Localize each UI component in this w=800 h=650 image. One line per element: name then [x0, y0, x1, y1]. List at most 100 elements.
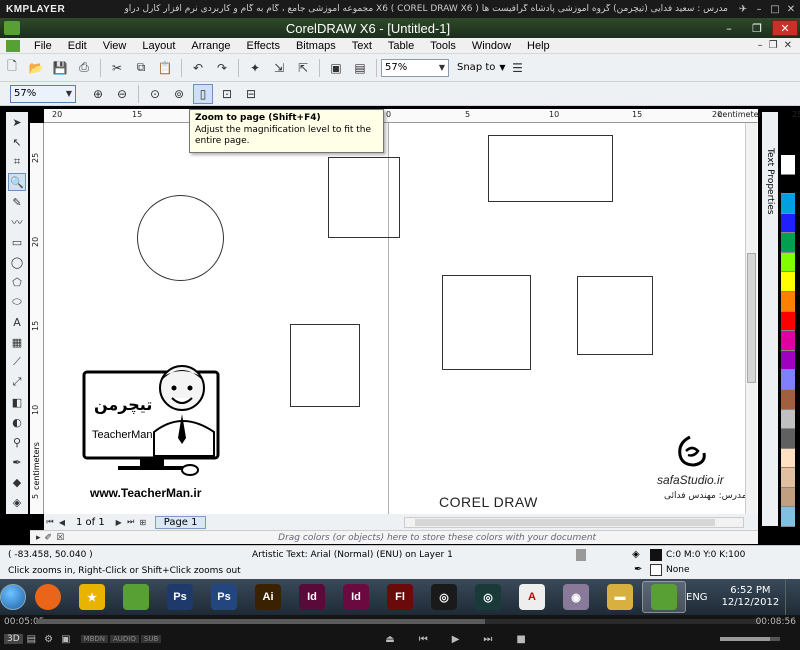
- play-icon[interactable]: ▶: [452, 634, 460, 645]
- language-indicator[interactable]: ENG: [686, 592, 708, 603]
- zoom-level-combo[interactable]: 57% ▼: [381, 58, 449, 77]
- no-color-icon[interactable]: ☒: [56, 533, 64, 543]
- basic-shapes-icon[interactable]: ⬭: [8, 293, 26, 311]
- search-content-icon[interactable]: ✦: [245, 58, 265, 78]
- rectangle-shape[interactable]: [577, 276, 653, 355]
- horizontal-scroll-thumb[interactable]: [415, 519, 715, 526]
- rectangle-shape[interactable]: [488, 135, 613, 202]
- fill-color-swatch[interactable]: [650, 549, 662, 561]
- taskbar-app-flash[interactable]: Fl: [378, 581, 422, 613]
- taskbar-app-app-dark-1[interactable]: ◎: [422, 581, 466, 613]
- zoom-tool-icon[interactable]: 🔍: [8, 173, 26, 191]
- zoom-to-page-height-icon[interactable]: ⊟: [241, 84, 261, 104]
- playlist-icon[interactable]: ▤: [27, 634, 36, 645]
- zoom-out-icon[interactable]: ⊖: [112, 84, 132, 104]
- menu-bitmaps[interactable]: Bitmaps: [288, 40, 344, 52]
- menu-tools[interactable]: Tools: [422, 40, 464, 52]
- mode-button[interactable]: MBDN: [80, 635, 108, 643]
- add-page-icon[interactable]: ⊞: [137, 518, 149, 527]
- minimize-icon[interactable]: –: [752, 2, 766, 16]
- window-close-button[interactable]: ✕: [772, 20, 798, 36]
- outline-color-swatch[interactable]: [650, 564, 662, 576]
- fill-tool-icon[interactable]: ◆: [8, 473, 26, 491]
- artistic-media-icon[interactable]: 〰: [8, 213, 26, 231]
- import-icon[interactable]: ⇲: [269, 58, 289, 78]
- palette-swatch[interactable]: [781, 272, 795, 293]
- artistic-text[interactable]: COREL DRAW: [439, 494, 538, 510]
- eyedropper-icon[interactable]: ✐: [45, 533, 53, 543]
- menu-help[interactable]: Help: [519, 40, 558, 52]
- palette-swatch[interactable]: [781, 429, 795, 449]
- text-properties-tab[interactable]: Text Properties: [765, 148, 775, 215]
- palette-swatch[interactable]: [781, 233, 795, 253]
- stop-icon[interactable]: ■: [516, 634, 525, 645]
- options-icon[interactable]: ☰: [508, 58, 528, 78]
- menu-file[interactable]: File: [26, 40, 60, 52]
- text-tool-icon[interactable]: A: [8, 313, 26, 331]
- shape-tool-icon[interactable]: ↖: [8, 133, 26, 151]
- window-maximize-button[interactable]: ❐: [744, 20, 770, 36]
- palette-swatch[interactable]: [781, 389, 795, 410]
- transparency-tool-icon[interactable]: ◐: [8, 413, 26, 431]
- menu-arrange[interactable]: Arrange: [183, 40, 238, 52]
- taskbar-app-firefox[interactable]: [26, 581, 70, 613]
- volume-slider[interactable]: [720, 637, 780, 641]
- palette-swatch[interactable]: [781, 468, 795, 488]
- palette-swatch[interactable]: [781, 487, 795, 508]
- zoom-to-selected-icon[interactable]: ⊙: [145, 84, 165, 104]
- redo-icon[interactable]: ↷: [212, 58, 232, 78]
- copy-icon[interactable]: ⧉: [131, 58, 151, 78]
- snap-to-button[interactable]: Snap to ▼: [457, 62, 506, 73]
- palette-swatch[interactable]: [781, 370, 795, 390]
- expand-icon[interactable]: ▸: [36, 533, 41, 543]
- palette-swatch[interactable]: [781, 174, 795, 195]
- freehand-tool-icon[interactable]: ✎: [8, 193, 26, 211]
- zoom-in-icon[interactable]: ⊕: [88, 84, 108, 104]
- taskbar-app-illustrator[interactable]: Ai: [246, 581, 290, 613]
- taskbar-app-app-dark-2[interactable]: ◎: [466, 581, 510, 613]
- palette-swatch[interactable]: [781, 350, 795, 371]
- palette-swatch[interactable]: [781, 331, 795, 351]
- menu-table[interactable]: Table: [380, 40, 422, 52]
- zoom-to-page-width-icon[interactable]: ⊡: [217, 84, 237, 104]
- close-icon[interactable]: ✕: [784, 2, 798, 16]
- last-page-icon[interactable]: ⏭: [125, 517, 137, 527]
- zoom-levels-combo[interactable]: 57% ▼: [10, 84, 76, 103]
- document-icon[interactable]: [6, 39, 20, 52]
- palette-swatch[interactable]: [781, 252, 795, 273]
- palette-swatch[interactable]: [781, 409, 795, 430]
- ellipse-tool-icon[interactable]: ◯: [8, 253, 26, 271]
- dimension-tool-icon[interactable]: ⟋: [8, 353, 26, 371]
- drawing-canvas[interactable]: تیچرمن TeacherMan www.TeacherMan.ir CORE…: [44, 123, 758, 514]
- eyedropper-tool-icon[interactable]: ⚲: [8, 433, 26, 451]
- palette-swatch[interactable]: [781, 507, 795, 527]
- save-icon[interactable]: 💾: [50, 58, 70, 78]
- page-tab[interactable]: Page 1: [154, 515, 207, 529]
- next-icon[interactable]: ⏭: [483, 634, 492, 645]
- palette-swatch[interactable]: [781, 292, 795, 312]
- menu-text[interactable]: Text: [344, 40, 380, 52]
- pin-icon[interactable]: ✈: [736, 2, 750, 16]
- show-desktop-button[interactable]: [785, 579, 795, 615]
- clock[interactable]: 6:52 PM 12/12/2012: [722, 585, 780, 609]
- print-icon[interactable]: ⎙: [74, 58, 94, 78]
- menu-layout[interactable]: Layout: [134, 40, 183, 52]
- zoom-to-all-objects-icon[interactable]: ⊚: [169, 84, 189, 104]
- taskbar-app-photoshop-1[interactable]: Ps: [158, 581, 202, 613]
- cut-icon[interactable]: ✂: [107, 58, 127, 78]
- palette-swatch[interactable]: [781, 194, 795, 214]
- taskbar-app-coreldraw-active[interactable]: [642, 581, 686, 613]
- rectangle-tool-icon[interactable]: ▭: [8, 233, 26, 251]
- polygon-tool-icon[interactable]: ⬠: [8, 273, 26, 291]
- connector-tool-icon[interactable]: ⤢: [8, 373, 26, 391]
- first-page-icon[interactable]: ⏮: [44, 517, 56, 527]
- horizontal-scrollbar[interactable]: [404, 517, 744, 528]
- vertical-scrollbar[interactable]: [745, 123, 757, 514]
- settings-icon[interactable]: ⚙: [44, 634, 53, 645]
- capture-icon[interactable]: ▣: [61, 634, 70, 645]
- blend-tool-icon[interactable]: ◧: [8, 393, 26, 411]
- pick-tool-icon[interactable]: ➤: [8, 113, 26, 131]
- paste-icon[interactable]: 📋: [155, 58, 175, 78]
- seek-bar[interactable]: [36, 619, 760, 624]
- 3d-button[interactable]: 3D: [4, 634, 23, 644]
